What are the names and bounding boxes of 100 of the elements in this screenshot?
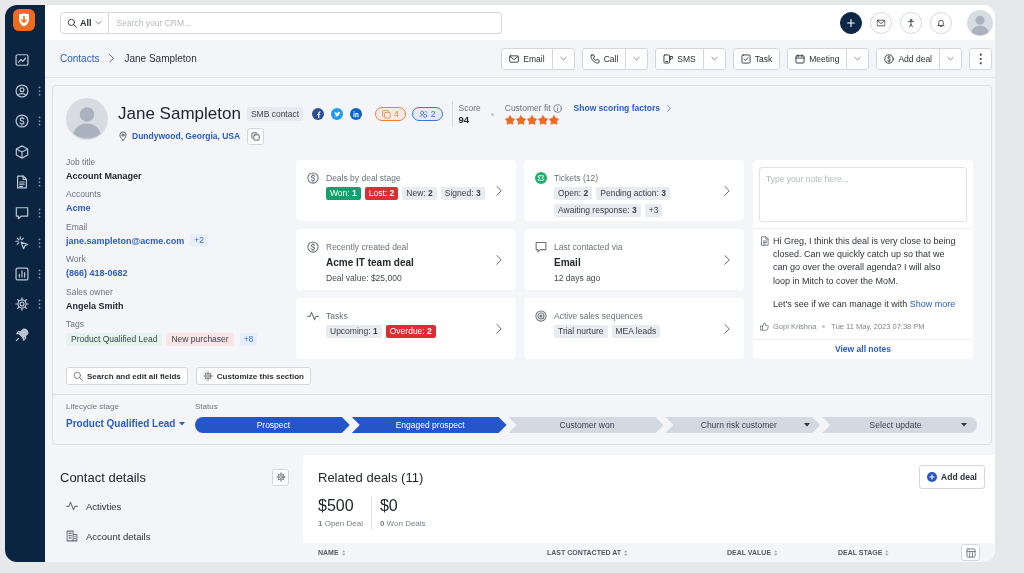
sort-icon <box>885 549 889 556</box>
tag[interactable]: New purchaser <box>166 332 234 346</box>
dollar-icon[interactable] <box>15 114 29 129</box>
search-icon <box>73 371 83 381</box>
bell-icon[interactable] <box>930 11 952 34</box>
plus-icon[interactable] <box>840 11 862 34</box>
field-link[interactable]: Acme <box>66 201 91 216</box>
chevron-down-icon <box>854 55 862 62</box>
status-step[interactable]: Engaged prospect <box>351 417 507 433</box>
tag[interactable]: Product Qualified Lead <box>66 332 163 346</box>
twitter-icon[interactable] <box>331 108 344 120</box>
bar-chart-icon[interactable] <box>15 266 29 281</box>
document-icon <box>760 236 770 246</box>
status-chip: Pending action: 3 <box>596 187 670 200</box>
rocket-icon[interactable] <box>15 327 29 342</box>
mail-icon[interactable] <box>870 11 892 34</box>
counter-badge[interactable]: 2 <box>411 107 443 121</box>
location-link[interactable]: Dundywood, Georgia, USA <box>132 131 241 141</box>
field-value: Angela Smith <box>66 299 124 313</box>
sort-icon <box>624 549 628 556</box>
card-title: Tasks <box>326 310 348 322</box>
status-step[interactable]: Prospect <box>195 417 350 433</box>
more-icon[interactable] <box>38 238 41 249</box>
status-chip: New: 2 <box>402 187 437 200</box>
facebook-icon[interactable] <box>312 108 325 120</box>
cursor-click-icon[interactable] <box>15 236 29 251</box>
card-title: Last contacted via <box>554 241 623 253</box>
field-label: Job title <box>66 156 97 169</box>
more-count[interactable]: +8 <box>239 332 258 346</box>
breadcrumb-link[interactable]: Contacts <box>60 53 100 64</box>
summary-card[interactable]: Tasks Upcoming: 1 Overdue: 2 <box>296 298 516 359</box>
view-all-notes-link[interactable]: View all notes <box>834 344 892 355</box>
action-button[interactable]: Email <box>501 47 553 70</box>
section-button[interactable]: Search and edit all fields <box>66 367 188 385</box>
section-title: Contact details <box>60 469 146 485</box>
field-label: Sales owner <box>66 285 114 299</box>
lifecycle-stage-dropdown[interactable]: Product Qualified Lead <box>66 416 186 432</box>
settings-icon[interactable] <box>15 297 29 312</box>
field-label: Email <box>66 220 89 234</box>
thumbs-up-icon <box>760 322 769 331</box>
summary-card[interactable]: Last contacted via Email 12 days ago <box>524 229 744 290</box>
dollar-icon <box>307 172 319 184</box>
copy-button[interactable] <box>247 127 265 145</box>
card-headline: Email <box>553 256 582 270</box>
status-chip: MEA leads <box>611 325 661 338</box>
mail-icon <box>509 53 520 64</box>
show-more-link[interactable]: Show more <box>909 299 956 310</box>
separator-dot-icon <box>490 112 494 116</box>
action-button[interactable]: Call <box>581 47 627 70</box>
search-icon <box>67 17 77 28</box>
logo-icon[interactable] <box>13 9 35 31</box>
person-icon[interactable] <box>900 11 922 34</box>
more-count[interactable]: +2 <box>190 234 209 248</box>
customer-fit-label: Customer fit <box>504 102 551 114</box>
document-icon[interactable] <box>15 175 29 190</box>
linkedin-icon[interactable] <box>350 108 363 120</box>
scoring-factors-link[interactable]: Show scoring factors <box>573 103 660 113</box>
status-step[interactable]: Select update <box>822 417 977 433</box>
field-link[interactable]: jane.sampleton@acme.com <box>66 233 185 248</box>
details-nav-item[interactable]: Account details <box>60 521 289 551</box>
status-chip: Signed: 3 <box>440 187 485 200</box>
chevron-down-icon <box>633 55 641 62</box>
action-button[interactable]: SMS <box>655 47 704 70</box>
more-icon[interactable] <box>38 177 41 188</box>
summary-card[interactable]: Recently created deal Acme IT team deal Deal value: $25,000 <box>296 229 516 290</box>
action-button[interactable]: Add deal <box>876 47 940 70</box>
settings-button[interactable] <box>272 468 289 486</box>
field-link[interactable]: (866) 418-0682 <box>66 266 128 281</box>
more-icon[interactable] <box>38 116 41 127</box>
pin-icon <box>118 131 128 141</box>
status-step[interactable]: Churn risk customer <box>665 417 821 433</box>
summary-card[interactable]: Active sales sequences Trial nurture MEA leads <box>524 298 744 359</box>
search-scope-dropdown[interactable]: All <box>60 11 109 34</box>
action-button[interactable]: Meeting <box>787 47 848 70</box>
pulse-icon <box>307 310 319 322</box>
more-icon[interactable] <box>38 299 41 310</box>
chevron-down-icon <box>710 55 718 62</box>
chat-icon[interactable] <box>15 205 29 220</box>
cube-icon[interactable] <box>15 144 29 159</box>
stat-caption: 1 Open Deal <box>318 518 363 530</box>
more-icon[interactable] <box>38 207 41 218</box>
more-icon[interactable] <box>38 85 41 96</box>
section-button[interactable]: Customize this section <box>195 367 311 385</box>
search-input[interactable]: Search your CRM... <box>108 11 502 34</box>
summary-card[interactable]: Tickets (12) Open: 2 Pending action: 3 Awaiting response: 3 +3 <box>524 160 744 221</box>
more-icon[interactable] <box>38 268 41 279</box>
add-deal-button[interactable]: Add deal <box>919 465 985 489</box>
action-button[interactable]: Task <box>732 47 781 70</box>
person-circle-icon[interactable] <box>15 83 29 98</box>
column-settings-button[interactable] <box>961 544 980 561</box>
chart-window-icon[interactable] <box>15 53 29 68</box>
summary-card[interactable]: Deals by deal stage Won: 1 Lost: 2 New: 2 Signed: 3 <box>296 160 516 221</box>
settings-icon <box>275 472 286 482</box>
details-nav-item[interactable]: Activties <box>60 491 289 521</box>
caret-icon <box>179 422 186 426</box>
section-title: Related deals (11) <box>318 469 424 485</box>
info-icon[interactable] <box>552 103 562 113</box>
note-input-field[interactable]: Type your note here... <box>759 167 967 222</box>
status-step[interactable]: Customer won <box>508 417 664 433</box>
star-icon <box>515 115 526 125</box>
